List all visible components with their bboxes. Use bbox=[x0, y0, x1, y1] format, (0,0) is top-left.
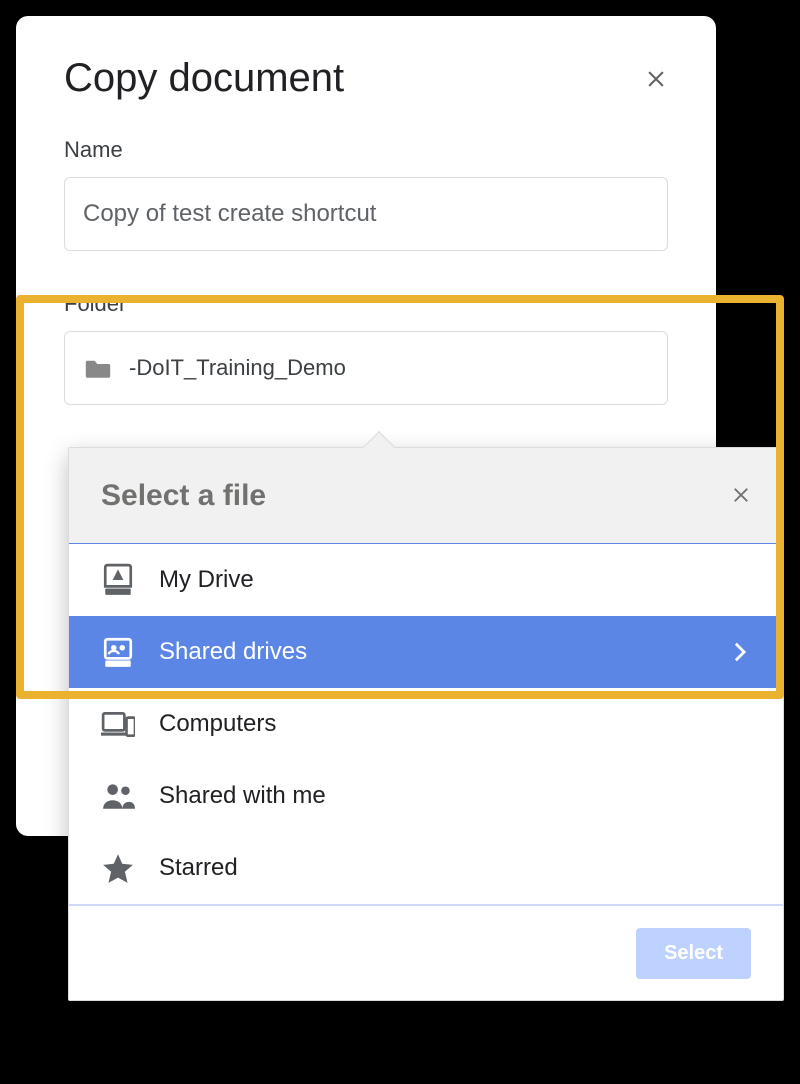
devices-icon bbox=[101, 707, 135, 741]
drive-icon bbox=[101, 563, 135, 597]
document-name-input[interactable] bbox=[64, 177, 668, 251]
picker-title: Select a file bbox=[101, 479, 266, 513]
name-label: Name bbox=[64, 137, 668, 163]
picker-item-star[interactable]: Starred bbox=[69, 832, 783, 904]
close-icon bbox=[731, 485, 751, 505]
folder-section: Folder -DoIT_Training_Demo bbox=[64, 291, 668, 405]
close-icon bbox=[645, 68, 667, 90]
people-icon bbox=[101, 779, 135, 813]
picker-item-label: Shared drives bbox=[159, 638, 307, 666]
picker-location-list: My Drive Shared drives Computers Shared wit… bbox=[69, 544, 783, 904]
picker-close-button[interactable] bbox=[731, 482, 751, 510]
picker-item-drive[interactable]: My Drive bbox=[69, 544, 783, 616]
folder-label: Folder bbox=[64, 291, 668, 317]
picker-item-label: Shared with me bbox=[159, 782, 326, 810]
folder-icon bbox=[83, 355, 113, 381]
folder-picker-field[interactable]: -DoIT_Training_Demo bbox=[64, 331, 668, 405]
select-button[interactable]: Select bbox=[636, 928, 751, 979]
dialog-header: Copy document bbox=[64, 56, 668, 101]
picker-item-shared-drive[interactable]: Shared drives bbox=[69, 616, 783, 688]
picker-header: Select a file bbox=[69, 448, 783, 544]
file-picker-popover: Select a file My Drive Shared drives Compu… bbox=[68, 447, 784, 1001]
dialog-title: Copy document bbox=[64, 56, 344, 101]
picker-item-label: Computers bbox=[159, 710, 276, 738]
folder-name-value: -DoIT_Training_Demo bbox=[129, 355, 346, 381]
picker-item-people[interactable]: Shared with me bbox=[69, 760, 783, 832]
close-dialog-button[interactable] bbox=[644, 67, 668, 91]
picker-footer: Select bbox=[69, 904, 783, 1000]
chevron-right-icon bbox=[729, 641, 751, 663]
picker-item-label: My Drive bbox=[159, 566, 254, 594]
picker-item-label: Starred bbox=[159, 854, 238, 882]
picker-item-devices[interactable]: Computers bbox=[69, 688, 783, 760]
star-icon bbox=[101, 851, 135, 885]
shared-drive-icon bbox=[101, 635, 135, 669]
